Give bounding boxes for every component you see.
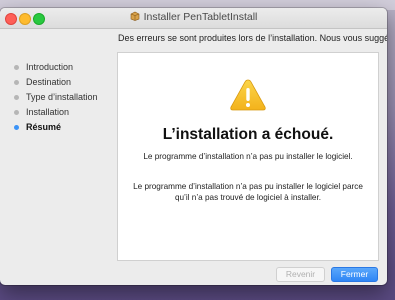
step-label: Résumé (26, 122, 62, 132)
sidebar-step-summary: Résumé (14, 120, 114, 135)
failure-message-detail: Le programme d’installation n’a pas pu i… (133, 182, 363, 202)
window-title-area: Installer PenTabletInstall (0, 11, 387, 23)
installer-subtitle: Des erreurs se sont produites lors de l’… (118, 33, 387, 43)
step-bullet-icon (14, 110, 19, 115)
step-bullet-icon (14, 65, 19, 70)
step-label: Type d’installation (26, 92, 98, 102)
sidebar-step-installation: Installation (14, 105, 114, 120)
package-icon (130, 11, 139, 21)
failure-headline: L’installation a échoué. (162, 126, 334, 143)
warning-triangle-icon (230, 79, 266, 111)
back-button[interactable]: Revenir (276, 267, 325, 282)
sidebar-step-destination: Destination (14, 75, 114, 90)
step-label: Destination (26, 77, 72, 87)
window-title: Installer PenTabletInstall (143, 11, 258, 23)
close-button[interactable]: Fermer (331, 267, 378, 282)
step-label: Introduction (26, 62, 74, 72)
installer-window: Installer PenTabletInstall Des erreurs s… (0, 8, 387, 285)
step-bullet-icon (14, 95, 19, 100)
sidebar-step-install-type: Type d’installation (14, 90, 114, 105)
summary-panel: L’installation a échoué. Le programme d’… (117, 52, 379, 261)
step-bullet-icon (14, 80, 19, 85)
step-bullet-icon (14, 125, 19, 130)
installer-steps-sidebar: Introduction Destination Type d’installa… (14, 60, 114, 135)
title-bar: Installer PenTabletInstall (0, 8, 387, 29)
failure-message-primary: Le programme d’installation n’a pas pu i… (143, 152, 353, 161)
step-label: Installation (26, 107, 70, 117)
sidebar-step-introduction: Introduction (14, 60, 114, 75)
